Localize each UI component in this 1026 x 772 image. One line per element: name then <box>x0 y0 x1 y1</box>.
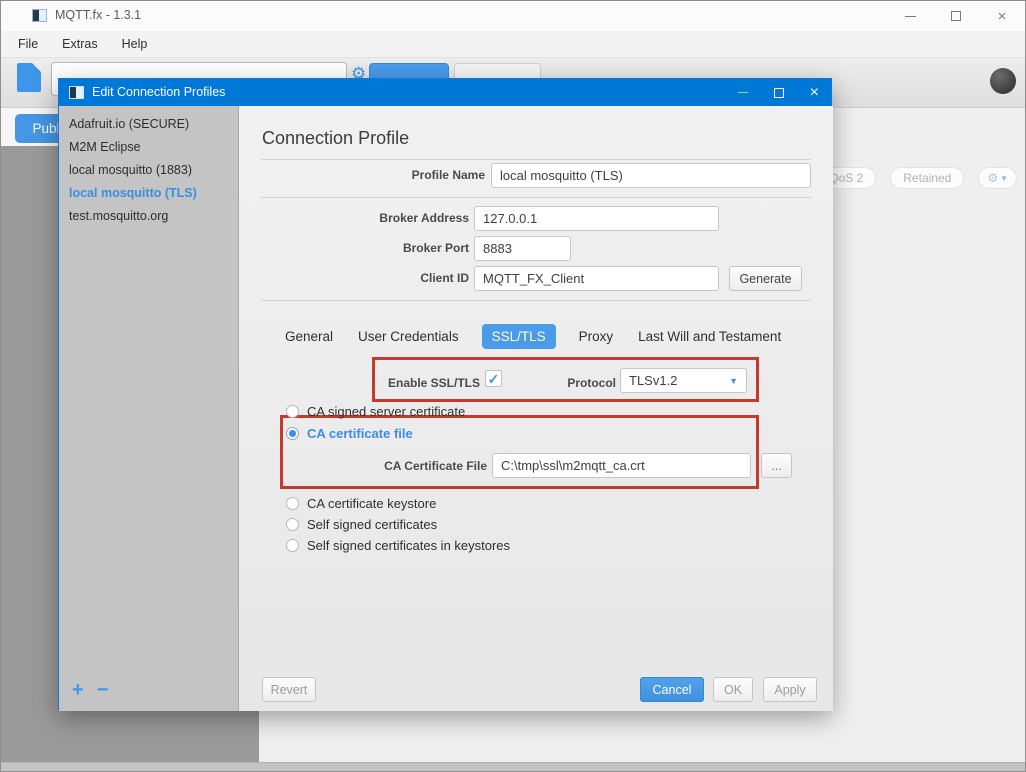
edit-connection-profiles-dialog: Edit Connection Profiles × Adafruit.io (… <box>58 78 832 710</box>
minimize-icon <box>905 16 916 17</box>
tab-general[interactable]: General <box>283 324 335 349</box>
maximize-icon <box>951 11 961 21</box>
gear-icon: ⚙ <box>987 171 998 185</box>
statusbar <box>1 762 1025 771</box>
broker-port-input[interactable] <box>474 236 571 261</box>
dialog-minimize-icon[interactable] <box>738 92 748 93</box>
ok-button[interactable]: OK <box>713 677 753 702</box>
radio-label: Self signed certificates in keystores <box>307 538 510 553</box>
enable-ssl-checkbox[interactable]: ✓ <box>485 370 502 387</box>
add-profile-button[interactable]: + <box>72 681 84 699</box>
close-icon: × <box>998 9 1007 24</box>
option-self-signed-keystores[interactable]: Self signed certificates in keystores <box>286 538 510 553</box>
new-profile-icon[interactable] <box>17 63 41 92</box>
profile-item[interactable]: Adafruit.io (SECURE) <box>59 113 238 136</box>
menu-help[interactable]: Help <box>110 31 160 57</box>
profile-item[interactable]: test.mosquitto.org <box>59 205 238 228</box>
page-title: Connection Profile <box>262 128 409 149</box>
tab-proxy[interactable]: Proxy <box>577 324 616 349</box>
browse-button[interactable]: ... <box>761 453 792 478</box>
ca-certificate-file-label: CA Certificate File <box>319 459 487 473</box>
broker-address-label: Broker Address <box>239 211 469 225</box>
radio-selected-icon <box>286 427 299 440</box>
profile-item-selected[interactable]: local mosquitto (TLS) <box>59 182 238 205</box>
radio-label: Self signed certificates <box>307 517 437 532</box>
connection-status-indicator <box>990 68 1016 94</box>
app-icon <box>32 9 47 22</box>
ca-certificate-file-input[interactable] <box>492 453 751 478</box>
option-self-signed-certificates[interactable]: Self signed certificates <box>286 517 437 532</box>
revert-button[interactable]: Revert <box>262 677 316 702</box>
tab-user-credentials[interactable]: User Credentials <box>356 324 461 349</box>
profile-name-input[interactable] <box>491 163 811 188</box>
dialog-maximize-icon[interactable] <box>774 88 784 98</box>
divider <box>261 197 811 198</box>
tab-last-will[interactable]: Last Will and Testament <box>636 324 783 349</box>
option-ca-certificate-file[interactable]: CA certificate file <box>286 426 413 441</box>
divider <box>261 159 811 160</box>
radio-label-selected: CA certificate file <box>307 426 413 441</box>
divider <box>261 300 811 301</box>
menu-file[interactable]: File <box>1 31 50 57</box>
cancel-button[interactable]: Cancel <box>640 677 704 702</box>
apply-button[interactable]: Apply <box>763 677 817 702</box>
client-id-label: Client ID <box>239 271 469 285</box>
publish-settings-pill[interactable]: ⚙▼ <box>978 167 1017 189</box>
dialog-titlebar: Edit Connection Profiles × <box>59 79 831 106</box>
radio-icon <box>286 497 299 510</box>
profile-item[interactable]: local mosquitto (1883) <box>59 159 238 182</box>
option-ca-certificate-keystore[interactable]: CA certificate keystore <box>286 496 436 511</box>
radio-icon <box>286 539 299 552</box>
close-button[interactable]: × <box>979 1 1025 31</box>
mqttfx-main-window: MQTT.fx - 1.3.1 × File Extras Help ⚙ Pub… <box>0 0 1026 772</box>
chevron-down-icon: ▼ <box>729 376 738 386</box>
main-titlebar: MQTT.fx - 1.3.1 × <box>1 1 1025 31</box>
profile-name-label: Profile Name <box>239 168 485 182</box>
settings-tabs: General User Credentials SSL/TLS Proxy L… <box>283 324 783 349</box>
dialog-icon <box>69 86 84 99</box>
chevron-down-icon: ▼ <box>1000 174 1008 183</box>
radio-icon <box>286 518 299 531</box>
minimize-button[interactable] <box>887 1 933 31</box>
maximize-button[interactable] <box>933 1 979 31</box>
dialog-close-icon[interactable]: × <box>810 85 819 101</box>
dialog-title: Edit Connection Profiles <box>92 85 225 99</box>
protocol-value: TLSv1.2 <box>629 373 677 388</box>
client-id-input[interactable] <box>474 266 719 291</box>
profile-list: Adafruit.io (SECURE) M2M Eclipse local m… <box>59 106 239 711</box>
broker-address-input[interactable] <box>474 206 719 231</box>
profile-item[interactable]: M2M Eclipse <box>59 136 238 159</box>
window-title: MQTT.fx - 1.3.1 <box>55 8 141 22</box>
option-ca-signed-server-cert[interactable]: CA signed server certificate <box>286 404 465 419</box>
radio-icon <box>286 405 299 418</box>
menu-extras[interactable]: Extras <box>50 31 109 57</box>
dialog-content: Connection Profile Profile Name Broker A… <box>239 106 833 711</box>
remove-profile-button[interactable]: − <box>97 681 109 699</box>
retained-pill[interactable]: Retained <box>890 167 964 189</box>
enable-ssl-label: Enable SSL/TLS <box>339 376 480 390</box>
generate-button[interactable]: Generate <box>729 266 802 291</box>
radio-label: CA signed server certificate <box>307 404 465 419</box>
menubar: File Extras Help <box>1 31 1025 58</box>
protocol-dropdown[interactable]: TLSv1.2 ▼ <box>620 368 747 393</box>
protocol-label: Protocol <box>519 376 616 390</box>
broker-port-label: Broker Port <box>239 241 469 255</box>
tab-ssl-tls[interactable]: SSL/TLS <box>482 324 556 349</box>
radio-label: CA certificate keystore <box>307 496 436 511</box>
